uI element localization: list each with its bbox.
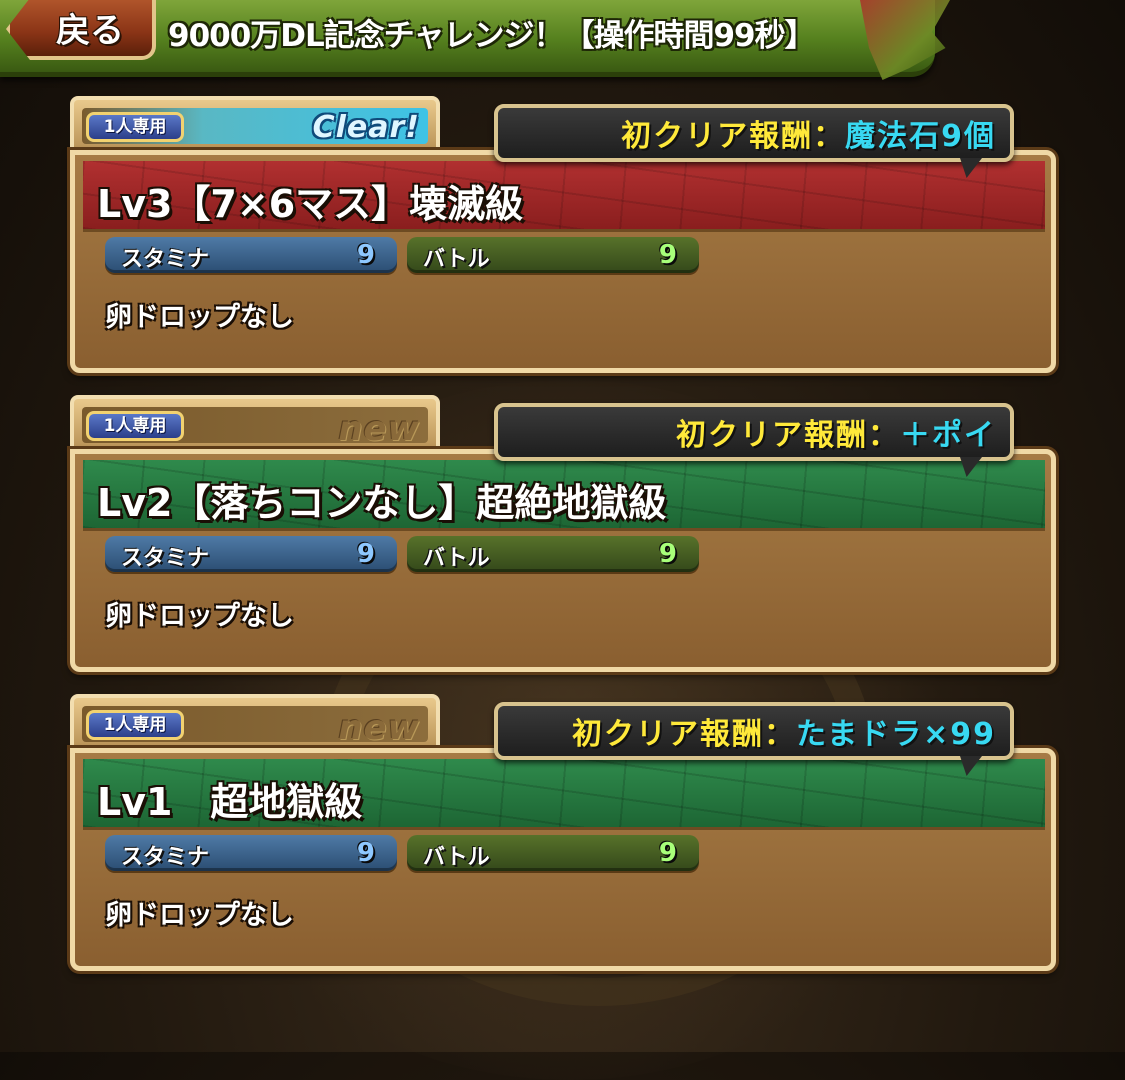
solo-badge: 1人専用 <box>86 112 184 142</box>
card-body: Lv2【落ちコンなし】超絶地獄級 スタミナ 9 バトル 9 卵ドロップなし <box>70 449 1056 672</box>
battle-label: バトル <box>423 247 490 272</box>
battle-pill: バトル 9 <box>407 835 699 871</box>
stamina-pill: スタミナ 9 <box>105 835 397 871</box>
battle-label: バトル <box>423 546 490 571</box>
dungeon-title: Lv1 超地獄級 <box>97 780 363 824</box>
stamina-pill: スタミナ 9 <box>105 237 397 273</box>
card-tab: 1人専用 new <box>70 694 440 752</box>
new-badge: new <box>338 409 420 449</box>
new-badge: new <box>338 708 420 748</box>
stamina-pill: スタミナ 9 <box>105 536 397 572</box>
battle-label: バトル <box>423 845 490 870</box>
battle-value: 9 <box>658 539 677 569</box>
dungeon-card-lv2[interactable]: 1人専用 new Lv2【落ちコンなし】超絶地獄級 スタミナ 9 バトル 9 卵… <box>70 395 1056 672</box>
battle-value: 9 <box>658 240 677 270</box>
stamina-label: スタミナ <box>121 546 210 571</box>
dungeon-card-lv3[interactable]: 1人専用 Clear! Lv3【7×6マス】壊滅級 スタミナ 9 バトル 9 卵… <box>70 96 1056 373</box>
stamina-label: スタミナ <box>121 247 210 272</box>
first-clear-reward-bubble: 初クリア報酬： たまドラ×99 <box>494 702 1014 760</box>
stamina-value: 9 <box>356 240 375 270</box>
battle-value: 9 <box>658 838 677 868</box>
stamina-value: 9 <box>356 838 375 868</box>
first-clear-reward-bubble: 初クリア報酬： ＋ポイ <box>494 403 1014 461</box>
page-title: 9000万DL記念チャレンジ！【操作時間99秒】 <box>168 18 816 54</box>
first-clear-reward-bubble: 初クリア報酬： 魔法石9個 <box>494 104 1014 162</box>
stamina-label: スタミナ <box>121 845 210 870</box>
solo-badge: 1人専用 <box>86 710 184 740</box>
header: 戻る 9000万DL記念チャレンジ！【操作時間99秒】 <box>0 0 1125 82</box>
reward-value: 魔法石9個 <box>845 119 996 154</box>
title-bar: Lv2【落ちコンなし】超絶地獄級 <box>83 460 1045 531</box>
back-button[interactable]: 戻る <box>6 0 156 60</box>
egg-drop-text: 卵ドロップなし <box>105 302 294 333</box>
title-bar: Lv1 超地獄級 <box>83 759 1045 830</box>
reward-value: たまドラ×99 <box>796 717 996 752</box>
card-tab: 1人専用 new <box>70 395 440 453</box>
reward-label: 初クリア報酬： <box>621 119 846 154</box>
card-body: Lv3【7×6マス】壊滅級 スタミナ 9 バトル 9 卵ドロップなし <box>70 150 1056 373</box>
clear-badge: Clear! <box>312 110 420 145</box>
card-tab: 1人専用 Clear! <box>70 96 440 154</box>
reward-label: 初クリア報酬： <box>572 717 796 752</box>
egg-drop-text: 卵ドロップなし <box>105 900 294 931</box>
battle-pill: バトル 9 <box>407 237 699 273</box>
back-button-label: 戻る <box>56 10 124 51</box>
dungeon-card-lv1[interactable]: 1人専用 new Lv1 超地獄級 スタミナ 9 バトル 9 卵ドロップなし 初… <box>70 694 1056 971</box>
dungeon-title: Lv2【落ちコンなし】超絶地獄級 <box>97 481 667 525</box>
reward-label: 初クリア報酬： <box>676 418 900 453</box>
stamina-value: 9 <box>356 539 375 569</box>
card-body: Lv1 超地獄級 スタミナ 9 バトル 9 卵ドロップなし <box>70 748 1056 971</box>
dungeon-title: Lv3【7×6マス】壊滅級 <box>97 182 524 226</box>
battle-pill: バトル 9 <box>407 536 699 572</box>
egg-drop-text: 卵ドロップなし <box>105 601 294 632</box>
solo-badge: 1人専用 <box>86 411 184 441</box>
reward-value: ＋ポイ <box>900 418 996 453</box>
title-bar: Lv3【7×6マス】壊滅級 <box>83 161 1045 232</box>
